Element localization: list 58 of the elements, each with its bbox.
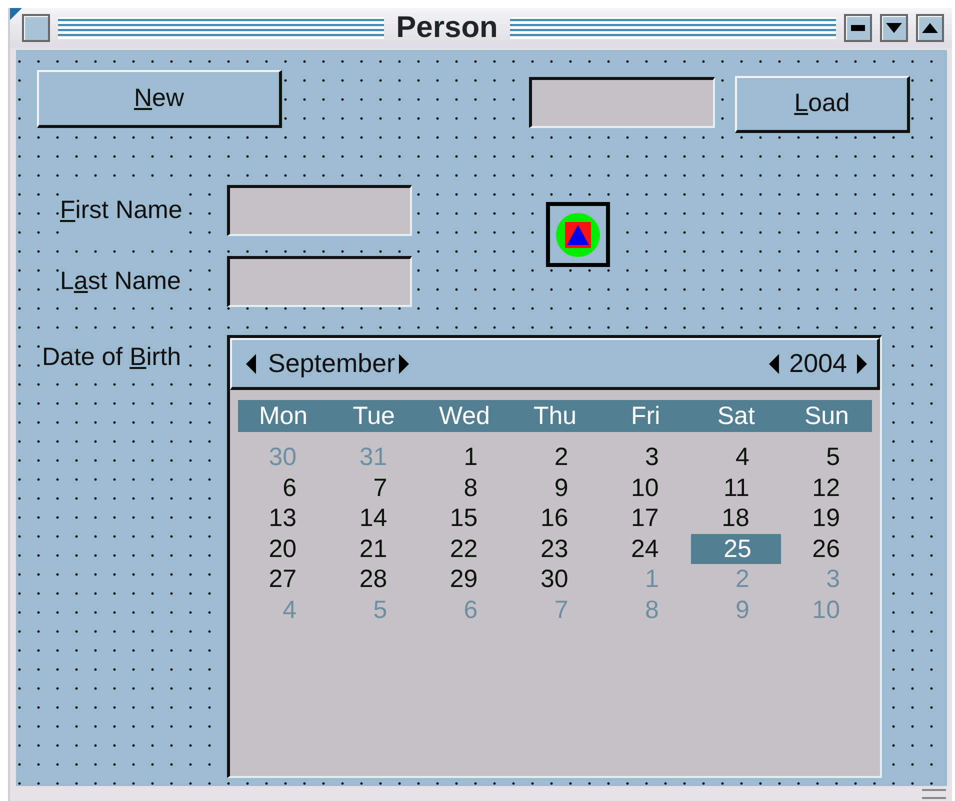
minimize-icon [851,25,865,31]
day-cell[interactable]: 12 [781,472,872,503]
day-cell[interactable]: 22 [419,534,510,564]
day-cell[interactable]: 5 [781,442,872,472]
load-button[interactable]: Load [735,76,910,133]
minimize-button[interactable] [844,14,872,42]
month-label: September [268,347,396,380]
weekday-label: Sat [716,401,756,432]
window-title: Person [395,13,499,43]
day-cell[interactable]: 25 [690,534,782,564]
maximize-button[interactable] [916,14,944,42]
day-cell[interactable]: 27 [238,564,329,594]
day-cell[interactable]: 1 [419,442,510,472]
day-cell[interactable]: 24 [600,534,691,564]
input-field[interactable] [529,77,715,128]
weekday-label: Wed [438,401,491,432]
day-cell[interactable]: 29 [419,564,510,594]
down-triangle-icon [886,23,902,33]
day-cell[interactable]: 17 [600,503,691,534]
day-cell[interactable]: 16 [510,503,600,534]
day-cell[interactable]: 3 [600,442,691,472]
day-cell[interactable]: 7 [328,472,420,503]
day-cell[interactable]: 20 [238,534,329,564]
day-cell[interactable]: 15 [419,503,510,534]
weekday-label: Thu [532,401,578,432]
weekday-label: Tue [352,401,396,432]
weekday-label: Fri [630,401,662,432]
new-button[interactable]: New [37,70,282,128]
year-label: 2004 [789,347,847,380]
weekday-label: Mon [258,401,309,432]
day-cell[interactable]: 8 [419,472,510,503]
shade-button[interactable] [880,14,908,42]
left-arrow-icon [769,354,780,374]
day-cell[interactable]: 21 [328,534,420,564]
day-cell[interactable]: 13 [238,503,329,534]
day-cell[interactable]: 19 [781,503,872,534]
day-cell[interactable]: 2 [510,442,600,472]
day-cell[interactable]: 4 [690,442,782,472]
window-menu-button[interactable] [22,14,50,42]
day-cell[interactable]: 18 [690,503,782,534]
day-cell[interactable]: 6 [238,472,329,503]
day-cell[interactable]: 10 [600,472,691,503]
day-cell[interactable]: 14 [328,503,420,534]
shapes-icon [555,212,601,258]
left-arrow-icon [246,354,256,374]
day-cell[interactable]: 9 [510,472,600,503]
weekday-label: Sun [803,401,850,432]
input-field[interactable] [227,185,412,236]
input-field[interactable] [227,256,412,307]
up-triangle-icon [922,23,938,33]
resize-grip[interactable] [922,789,946,799]
right-arrow-icon [399,354,410,374]
right-arrow-icon [857,354,867,374]
day-cell[interactable]: 23 [510,534,600,564]
day-cell[interactable]: 26 [781,534,872,564]
day-cell[interactable]: 28 [328,564,420,594]
day-cell[interactable]: 11 [690,472,782,503]
day-cell[interactable]: 30 [510,564,600,594]
